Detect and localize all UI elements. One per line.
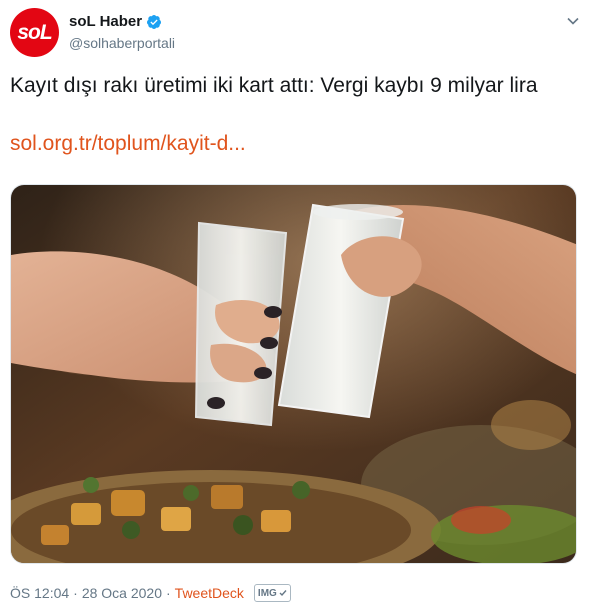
avatar-logo-text: soL xyxy=(17,20,52,44)
tweet-source[interactable]: TweetDeck xyxy=(175,585,244,601)
tweet-text: Kayıt dışı rakı üretimi iki kart attı: V… xyxy=(10,74,538,97)
handle[interactable]: @solhaberportali xyxy=(69,35,175,51)
img-badge: IMG xyxy=(253,584,291,602)
badge-check-icon xyxy=(279,590,287,597)
tweet-date[interactable]: 28 Oca 2020 xyxy=(82,585,162,601)
meta-separator-2: · xyxy=(166,585,171,601)
tweet-photo[interactable] xyxy=(10,184,577,564)
tweet-card: soL soL Haber @solhaberportali Kayıt dış… xyxy=(0,0,594,609)
verified-badge-icon xyxy=(147,14,162,29)
img-badge-label: IMG xyxy=(257,587,277,599)
tweet-meta: ÖS 12:04 · 28 Oca 2020 · TweetDeck IMG xyxy=(10,584,291,602)
display-name-row[interactable]: soL Haber xyxy=(69,13,162,30)
meta-separator: · xyxy=(73,585,78,601)
chevron-down-icon[interactable] xyxy=(566,14,580,28)
tweet-time[interactable]: ÖS 12:04 xyxy=(10,585,69,601)
tweet-link[interactable]: sol.org.tr/toplum/kayit-d... xyxy=(10,130,246,158)
avatar[interactable]: soL xyxy=(10,8,59,57)
raki-toast-photo xyxy=(11,185,576,563)
display-name[interactable]: soL Haber xyxy=(69,13,142,30)
